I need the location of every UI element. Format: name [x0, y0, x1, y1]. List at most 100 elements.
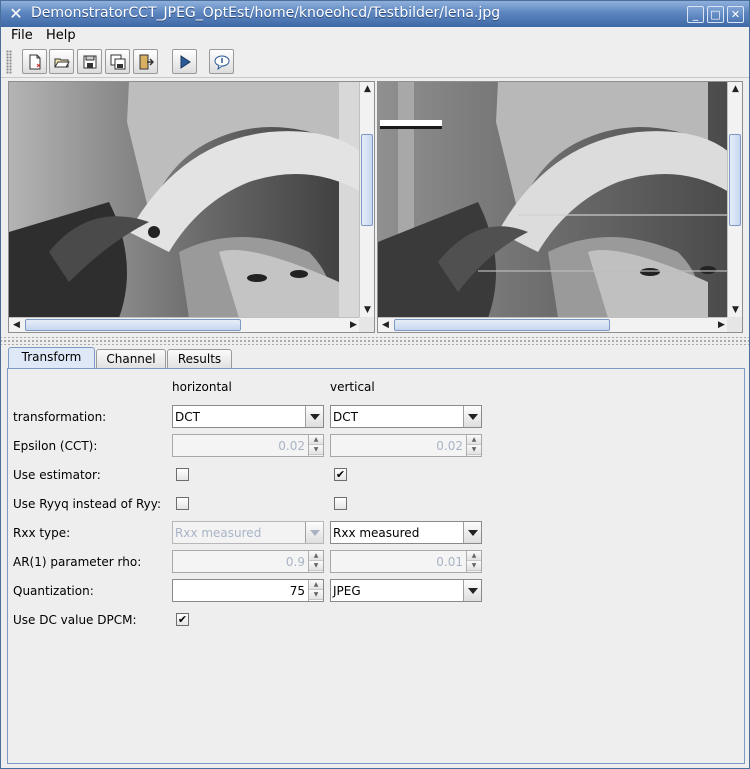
rho-vertical-value: 0.01 — [436, 555, 463, 569]
horizontal-scroll-thumb[interactable] — [394, 319, 610, 331]
estimator-label: Use estimator: — [13, 468, 101, 482]
rxx-type-horizontal-value: Rxx measured — [175, 526, 262, 540]
info-balloon-icon — [214, 55, 230, 70]
rho-vertical-spinner[interactable]: 0.01 ▲ ▼ — [330, 550, 482, 573]
original-image-vertical-scrollbar[interactable]: ▲ ▼ — [359, 82, 374, 318]
rho-label: AR(1) parameter rho: — [13, 555, 142, 569]
ryyq-horizontal-checkbox[interactable] — [176, 497, 189, 510]
original-image-pane[interactable]: ▲ ▼ ◀ ▶ — [8, 81, 375, 333]
transformation-vertical-combo[interactable]: DCT — [330, 405, 482, 428]
column-header-horizontal: horizontal — [172, 380, 232, 394]
spin-down-icon[interactable]: ▼ — [467, 445, 481, 455]
run-button[interactable] — [172, 49, 197, 74]
save-all-button[interactable] — [105, 49, 130, 74]
exit-icon — [139, 54, 154, 70]
new-button[interactable] — [22, 49, 47, 74]
toolbar-grip[interactable] — [6, 50, 12, 74]
application-window: ✕ DemonstratorCCT_JPEG_OptEst/home/knoeo… — [0, 0, 750, 769]
quantization-type-combo[interactable]: JPEG — [330, 579, 482, 602]
horizontal-scroll-thumb[interactable] — [25, 319, 241, 331]
transformation-horizontal-combo[interactable]: DCT — [172, 405, 324, 428]
maximize-button[interactable]: □ — [707, 6, 724, 23]
epsilon-label: Epsilon (CCT): — [13, 439, 98, 453]
new-document-icon — [29, 54, 41, 70]
rho-horizontal-spinner[interactable]: 0.9 ▲ ▼ — [172, 550, 324, 573]
ryyq-vertical-checkbox[interactable] — [334, 497, 347, 510]
close-button[interactable]: ✕ — [727, 6, 744, 23]
toolbar — [1, 46, 749, 78]
scroll-up-arrow-icon[interactable]: ▲ — [729, 83, 742, 96]
reconstructed-image-horizontal-scrollbar[interactable]: ◀ ▶ — [378, 317, 729, 332]
quantization-type-value: JPEG — [333, 584, 361, 598]
scroll-corner — [727, 317, 742, 332]
dpcm-checkbox[interactable]: ✔ — [176, 613, 189, 626]
transformation-label: transformation: — [13, 410, 107, 424]
vertical-scroll-thumb[interactable] — [729, 134, 741, 226]
menu-bar: File Help — [1, 27, 749, 46]
original-image — [9, 82, 361, 318]
menu-help[interactable]: Help — [46, 28, 76, 43]
estimator-vertical-checkbox[interactable]: ✔ — [334, 468, 347, 481]
tab-channel[interactable]: Channel — [96, 349, 166, 369]
scroll-left-arrow-icon[interactable]: ◀ — [379, 319, 392, 332]
quantization-label: Quantization: — [13, 584, 94, 598]
exit-button[interactable] — [133, 49, 158, 74]
quantization-spinner[interactable]: 75 ▲ ▼ — [172, 579, 324, 602]
open-button[interactable] — [49, 49, 74, 74]
scroll-down-arrow-icon[interactable]: ▼ — [361, 304, 374, 317]
x-window-icon[interactable]: ✕ — [7, 5, 25, 23]
rxx-type-horizontal-combo[interactable]: Rxx measured — [172, 521, 324, 544]
spin-down-icon[interactable]: ▼ — [309, 590, 323, 600]
scroll-up-arrow-icon[interactable]: ▲ — [361, 83, 374, 96]
reconstructed-image-pane[interactable]: ▲ ▼ ◀ ▶ — [377, 81, 743, 333]
estimator-horizontal-checkbox[interactable] — [176, 468, 189, 481]
spin-up-icon[interactable]: ▲ — [309, 580, 323, 590]
tab-transform[interactable]: Transform — [8, 347, 95, 369]
chevron-down-icon[interactable] — [463, 522, 481, 543]
rxx-type-label: Rxx type: — [13, 526, 71, 540]
epsilon-vertical-value: 0.02 — [436, 439, 463, 453]
spin-down-icon[interactable]: ▼ — [309, 561, 323, 571]
split-pane-divider[interactable] — [1, 337, 749, 345]
rxx-type-vertical-combo[interactable]: Rxx measured — [330, 521, 482, 544]
spin-up-icon[interactable]: ▲ — [467, 551, 481, 561]
image-area: ▲ ▼ ◀ ▶ ▲ ▼ ◀ ▶ — [1, 79, 749, 335]
spin-down-icon[interactable]: ▼ — [309, 445, 323, 455]
rxx-type-vertical-value: Rxx measured — [333, 526, 420, 540]
open-icon — [54, 58, 70, 68]
quantization-value: 75 — [289, 584, 305, 598]
chevron-down-icon[interactable] — [305, 406, 323, 427]
epsilon-horizontal-spinner[interactable]: 0.02 ▲ ▼ — [172, 434, 324, 457]
info-button[interactable] — [209, 49, 234, 74]
epsilon-vertical-spinner[interactable]: 0.02 ▲ ▼ — [330, 434, 482, 457]
title-bar[interactable]: ✕ DemonstratorCCT_JPEG_OptEst/home/knoeo… — [1, 1, 749, 27]
tab-results[interactable]: Results — [167, 349, 232, 369]
save-icon — [83, 55, 97, 69]
scroll-corner — [359, 317, 374, 332]
chevron-down-icon[interactable] — [463, 580, 481, 601]
dpcm-label: Use DC value DPCM: — [13, 613, 137, 627]
chevron-down-icon[interactable] — [305, 522, 323, 543]
rho-horizontal-value: 0.9 — [285, 555, 305, 569]
scroll-down-arrow-icon[interactable]: ▼ — [729, 304, 742, 317]
spin-up-icon[interactable]: ▲ — [309, 551, 323, 561]
menu-file[interactable]: File — [11, 28, 33, 43]
reconstructed-image — [378, 82, 729, 318]
minimize-button[interactable]: _ — [687, 6, 704, 23]
tab-bar: Transform Channel Results — [1, 347, 749, 369]
save-button[interactable] — [77, 49, 102, 74]
spin-up-icon[interactable]: ▲ — [309, 435, 323, 445]
scroll-left-arrow-icon[interactable]: ◀ — [10, 319, 23, 332]
original-image-horizontal-scrollbar[interactable]: ◀ ▶ — [9, 317, 361, 332]
column-header-vertical: vertical — [330, 380, 375, 394]
reconstructed-image-vertical-scrollbar[interactable]: ▲ ▼ — [727, 82, 742, 318]
chevron-down-icon[interactable] — [463, 406, 481, 427]
spin-up-icon[interactable]: ▲ — [467, 435, 481, 445]
window-title: DemonstratorCCT_JPEG_OptEst/home/knoeohc… — [31, 5, 501, 21]
spin-down-icon[interactable]: ▼ — [467, 561, 481, 571]
transformation-horizontal-value: DCT — [175, 410, 200, 424]
transformation-vertical-value: DCT — [333, 410, 358, 424]
vertical-scroll-thumb[interactable] — [361, 134, 373, 226]
ryyq-label: Use Ryyq instead of Ryy: — [13, 497, 162, 511]
save-all-icon — [110, 54, 126, 70]
